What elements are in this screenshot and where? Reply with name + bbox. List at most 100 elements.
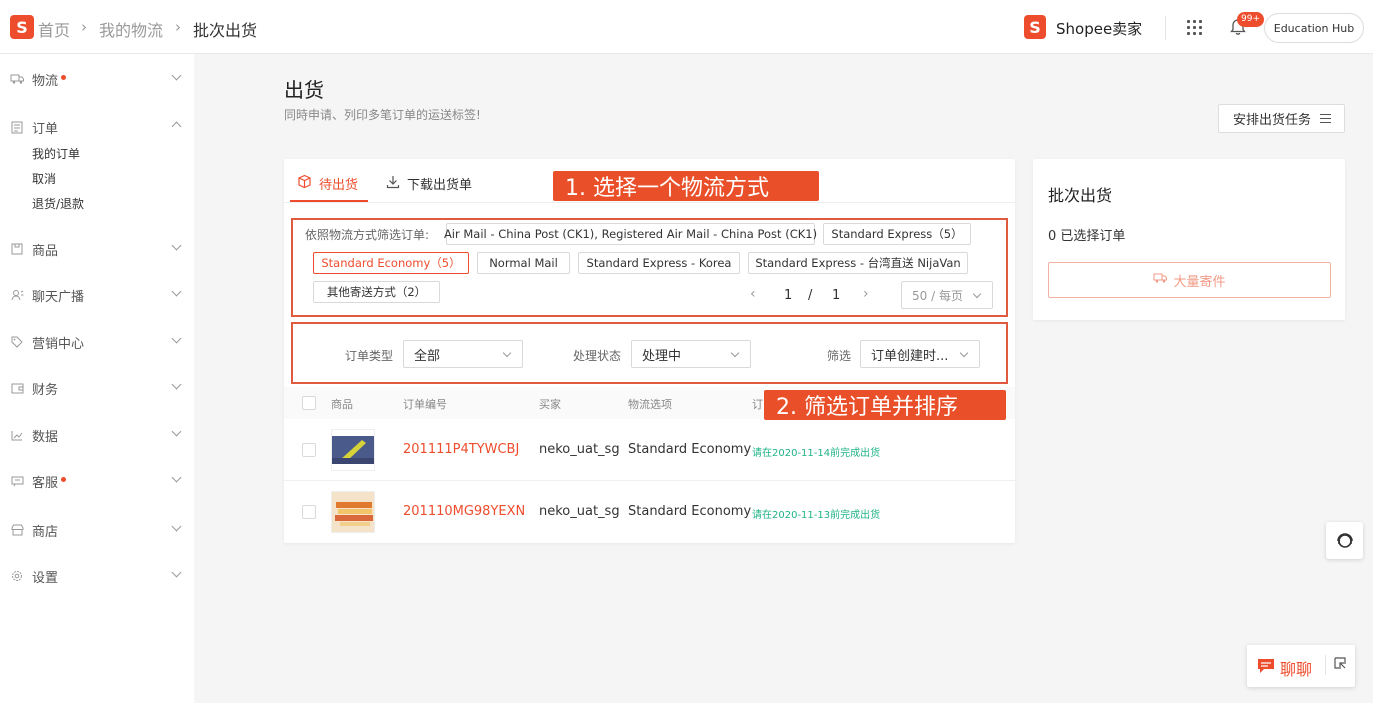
chat-label[interactable]: 聊聊	[1280, 656, 1312, 680]
headset-icon[interactable]	[1326, 522, 1363, 559]
sidebar-item-broadcast[interactable]: 聊天广播	[10, 285, 182, 305]
chevron-down-icon	[171, 426, 182, 437]
breadcrumb-home[interactable]: 首页	[38, 17, 70, 41]
sidebar-item-label: 商品	[32, 243, 59, 259]
brand-name: Shopee卖家	[1056, 20, 1143, 38]
chevron-down-icon	[959, 348, 969, 358]
truck-icon	[1153, 272, 1168, 288]
tab-pending-label: 待出货	[319, 178, 359, 193]
ship-by-notice: 请在2020-11-14前完成出货	[752, 448, 881, 459]
channel-chip-standard-express[interactable]: Standard Express（5）	[823, 223, 971, 245]
logistics-option: Standard Economy	[628, 442, 752, 457]
logistics-option: Standard Economy	[628, 504, 752, 519]
order-type-select[interactable]: 全部	[403, 340, 523, 368]
page-separator: /	[808, 288, 813, 303]
sidebar-item-label: 营销中心	[32, 336, 85, 352]
column-header-product: 商品	[331, 398, 353, 411]
chevron-down-icon	[171, 379, 182, 390]
product-thumbnail	[331, 491, 375, 533]
annotation-step-1: 1. 选择一个物流方式	[553, 171, 819, 201]
sidebar-item-logistics[interactable]: 物流	[10, 69, 182, 89]
sidebar-item-data[interactable]: 数据	[10, 425, 182, 445]
page-size-select[interactable]: 50 / 每页	[901, 281, 993, 309]
sidebar-item-label: 订单	[32, 121, 59, 137]
top-bar: S 首页 › 我的物流 › 批次出货 S Shopee卖家 99+ Educat…	[0, 0, 1373, 54]
status-label: 处理状态	[573, 349, 622, 363]
wallet-icon	[10, 381, 24, 395]
chevron-down-icon	[171, 521, 182, 532]
sidebar-item-settings[interactable]: 设置	[10, 566, 182, 586]
sort-label: 筛选	[827, 349, 852, 363]
sidebar-item-label: 商店	[32, 524, 59, 540]
sidebar-subitem-returns[interactable]: 退货/退款	[32, 195, 84, 212]
chevron-up-icon	[171, 121, 182, 132]
current-page: 1	[784, 288, 793, 303]
order-number-link[interactable]: 201111P4TYWCBJ	[403, 442, 519, 457]
column-header-order-no: 订单编号	[403, 398, 447, 411]
sidebar-item-label: 物流	[32, 73, 59, 89]
sidebar-item-shop[interactable]: 商店	[10, 520, 182, 540]
chart-icon	[10, 428, 24, 442]
sidebar-item-label: 聊天广播	[32, 289, 85, 305]
tab-download-label: 下载出货单	[407, 178, 473, 193]
channel-chip-express-korea[interactable]: Standard Express - Korea	[578, 252, 740, 274]
tab-pending[interactable]: 待出货	[297, 174, 358, 193]
batch-panel-title: 批次出货	[1048, 186, 1113, 205]
chevron-down-icon	[171, 240, 182, 251]
sidebar-item-marketing[interactable]: 营销中心	[10, 332, 182, 352]
chevron-down-icon	[171, 286, 182, 297]
sidebar-item-customer-service[interactable]: 客服	[10, 471, 182, 491]
select-all-checkbox[interactable]	[302, 396, 316, 410]
divider	[1165, 16, 1166, 40]
sidebar-item-label: 客服	[32, 475, 59, 491]
shopee-logo-icon[interactable]: S	[10, 15, 34, 39]
status-select[interactable]: 处理中	[631, 340, 751, 368]
arrange-shipment-label: 安排出货任务	[1233, 113, 1312, 128]
prev-page-icon[interactable]: ‹	[750, 286, 756, 302]
buyer-name: neko_uat_sg	[539, 442, 620, 457]
education-hub-button[interactable]: Education Hub	[1264, 13, 1364, 43]
column-header-logistics: 物流选项	[628, 398, 672, 411]
chevron-down-icon	[972, 289, 982, 299]
order-icon	[10, 120, 24, 134]
breadcrumb-separator-icon: ›	[81, 18, 87, 36]
mass-ship-button[interactable]: 大量寄件	[1048, 262, 1331, 298]
box-icon	[297, 174, 312, 193]
row-checkbox[interactable]	[302, 443, 316, 457]
sort-select[interactable]: 订单创建时...	[860, 340, 980, 368]
arrange-shipment-button[interactable]: 安排出货任务	[1218, 104, 1345, 133]
sidebar-subitem-my-orders[interactable]: 我的订单	[32, 145, 80, 162]
tab-download[interactable]: 下载出货单	[386, 174, 472, 193]
channel-chip-normal-mail[interactable]: Normal Mail	[477, 252, 570, 274]
sidebar-item-label: 数据	[32, 429, 59, 445]
sidebar-item-finance[interactable]: 财务	[10, 378, 182, 398]
apps-grid-icon[interactable]	[1187, 20, 1202, 35]
total-pages: 1	[832, 288, 841, 303]
ship-by-notice: 请在2020-11-13前完成出货	[752, 510, 881, 521]
product-thumbnail	[331, 429, 375, 471]
sidebar-subitem-cancel[interactable]: 取消	[32, 170, 56, 187]
new-dot	[61, 75, 67, 80]
page-title: 出货	[284, 78, 324, 102]
sidebar-item-orders[interactable]: 订单	[10, 117, 182, 137]
mass-ship-label: 大量寄件	[1173, 274, 1226, 290]
order-type-value: 全部	[414, 348, 441, 364]
broadcast-icon	[10, 288, 24, 302]
channel-chip-express-taiwan[interactable]: Standard Express - 台湾直送 NijaVan	[748, 252, 968, 274]
sidebar-item-products[interactable]: 商品	[10, 239, 182, 259]
next-page-icon[interactable]: ›	[863, 286, 869, 302]
collapse-chat-icon[interactable]	[1334, 657, 1346, 673]
gear-icon	[10, 569, 24, 583]
row-checkbox[interactable]	[302, 505, 316, 519]
breadcrumb-logistics[interactable]: 我的物流	[99, 17, 163, 41]
column-header-buyer: 买家	[539, 398, 561, 411]
channel-chip-standard-economy[interactable]: Standard Economy（5）	[313, 252, 469, 274]
channel-chip-air-mail[interactable]: Air Mail - China Post (CK1), Registered …	[444, 223, 817, 245]
order-number-link[interactable]: 201110MG98YEXN	[403, 504, 525, 519]
channel-filter-label: 依照物流方式筛选订单:	[305, 228, 430, 242]
buyer-name: neko_uat_sg	[539, 504, 620, 519]
channel-chip-other[interactable]: 其他寄送方式（2）	[313, 281, 440, 303]
annotation-step-2: 2. 筛选订单并排序	[764, 390, 1006, 420]
download-icon	[386, 175, 400, 193]
selected-orders-count: 0 已选择订单	[1048, 229, 1126, 244]
